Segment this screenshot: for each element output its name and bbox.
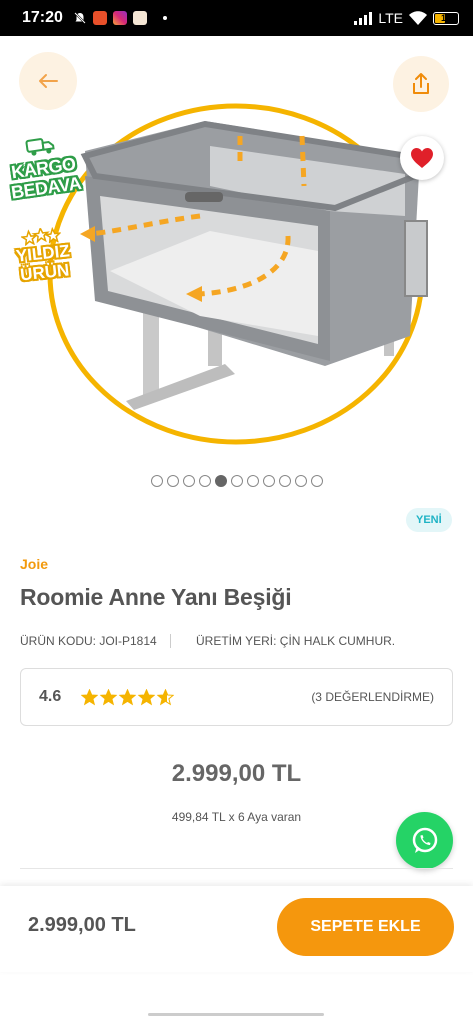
free-shipping-badge: KARGO BEDAVA bbox=[4, 131, 82, 203]
favorite-button[interactable] bbox=[400, 136, 444, 180]
whatsapp-button[interactable] bbox=[396, 812, 453, 869]
whatsapp-icon bbox=[412, 827, 437, 853]
section-divider bbox=[20, 868, 453, 869]
heart-icon bbox=[411, 148, 433, 168]
star-full-icon bbox=[100, 688, 118, 705]
add-to-cart-button[interactable]: SEPETE EKLE bbox=[277, 898, 454, 956]
app-notification-icon bbox=[132, 11, 147, 25]
production-origin: ÜRETİM YERİ: ÇİN HALK CUMHUR. bbox=[196, 634, 396, 648]
star-product-badge: YILDIZ ÜRÜN bbox=[13, 225, 72, 284]
wifi-icon bbox=[409, 11, 427, 25]
bottom-purchase-bar: 2.999,00 TL SEPETE EKLE bbox=[0, 886, 473, 972]
pager-dot[interactable] bbox=[246, 475, 259, 487]
pager-dot[interactable] bbox=[310, 475, 323, 487]
signal-icon bbox=[354, 11, 373, 25]
star-full-icon bbox=[81, 688, 99, 705]
battery-icon: 15 bbox=[433, 11, 459, 25]
pager-dot[interactable] bbox=[294, 475, 307, 487]
status-time: 17:20 bbox=[22, 9, 63, 26]
new-badge: YENİ bbox=[406, 508, 452, 532]
instagram-icon bbox=[112, 11, 127, 25]
rating-stars bbox=[81, 688, 175, 706]
pager-dot[interactable] bbox=[166, 475, 179, 487]
status-bar: 17:20 LTE 15 bbox=[0, 0, 473, 36]
product-image-gallery[interactable]: KARGO BEDAVA YILDIZ ÜRÜN bbox=[0, 36, 473, 466]
pager-dot[interactable] bbox=[230, 475, 243, 487]
rating-count: (3 DEĞERLENDİRME) bbox=[311, 690, 434, 704]
arrow-left-icon bbox=[39, 74, 58, 88]
status-right: LTE 15 bbox=[354, 10, 459, 26]
brand-link[interactable]: Joie bbox=[20, 556, 48, 572]
app-notification-icon bbox=[92, 11, 107, 25]
share-icon bbox=[413, 73, 429, 94]
share-button[interactable] bbox=[393, 56, 449, 112]
image-pager[interactable] bbox=[0, 475, 473, 487]
pager-dot[interactable] bbox=[214, 475, 227, 487]
notification-icons bbox=[73, 11, 167, 25]
product-price: 2.999,00 TL bbox=[171, 760, 302, 787]
pager-dot[interactable] bbox=[182, 475, 195, 487]
bottom-price: 2.999,00 TL bbox=[28, 914, 136, 936]
pager-dot[interactable] bbox=[262, 475, 275, 487]
star-half-icon bbox=[157, 688, 175, 705]
pager-dot[interactable] bbox=[150, 475, 163, 487]
product-code: ÜRÜN KODU: JOI-P1814 bbox=[20, 634, 157, 648]
mute-icon bbox=[74, 12, 86, 24]
network-type: LTE bbox=[378, 10, 403, 26]
pager-dot[interactable] bbox=[198, 475, 211, 487]
more-notifications-icon bbox=[162, 16, 167, 20]
star-full-icon bbox=[119, 688, 137, 705]
product-title: Roomie Anne Yanı Beşiği bbox=[20, 584, 292, 610]
truck-icon bbox=[25, 138, 55, 156]
home-indicator[interactable] bbox=[148, 1013, 324, 1016]
battery-level: 15 bbox=[440, 13, 451, 23]
rating-box[interactable]: 4.6 (3 DEĞERLENDİRME) bbox=[20, 668, 453, 726]
rating-value: 4.6 bbox=[39, 688, 62, 705]
star-full-icon bbox=[138, 688, 156, 705]
meta-divider bbox=[170, 634, 171, 648]
pager-dot[interactable] bbox=[278, 475, 291, 487]
back-button[interactable] bbox=[19, 52, 77, 110]
